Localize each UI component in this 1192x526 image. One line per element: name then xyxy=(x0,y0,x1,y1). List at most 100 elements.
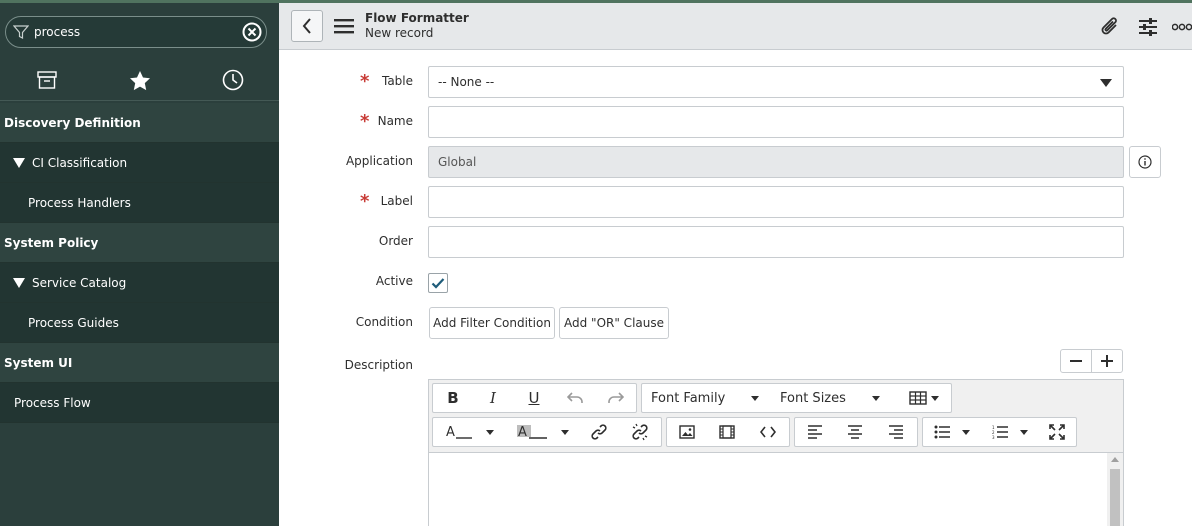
table-label: Table xyxy=(381,74,413,88)
insert-video-button[interactable] xyxy=(709,418,745,446)
dropdown-arrow-icon xyxy=(561,429,569,435)
active-field-row: Active xyxy=(279,266,1192,298)
remove-link-button[interactable] xyxy=(622,418,658,446)
dropdown-arrow-icon xyxy=(1020,429,1028,435)
back-button[interactable] xyxy=(291,10,323,42)
sidebar-item-process-flow[interactable]: Process Flow xyxy=(0,383,279,423)
redo-button[interactable] xyxy=(598,384,634,412)
font-family-dropdown[interactable]: Font Family xyxy=(651,384,769,412)
align-center-button[interactable] xyxy=(837,418,873,446)
more-options-icon[interactable] xyxy=(1172,16,1192,38)
add-or-clause-button[interactable]: Add "OR" Clause xyxy=(559,307,669,339)
align-right-button[interactable] xyxy=(878,418,914,446)
insert-image-button[interactable] xyxy=(669,418,705,446)
minus-icon xyxy=(1070,360,1082,362)
editor-scrollbar[interactable] xyxy=(1107,453,1123,526)
clock-icon xyxy=(222,69,243,91)
order-label: Order xyxy=(378,234,413,248)
condition-field-row: Condition Add Filter Condition Add "OR" … xyxy=(279,307,1192,339)
sidebar-section-ci-classification[interactable]: CI Classification xyxy=(0,143,279,183)
application-label: Application xyxy=(345,154,413,168)
numbered-list-icon: 123 xyxy=(992,425,1008,439)
sidebar-item-label: System Policy xyxy=(4,235,99,250)
tab-favorites[interactable] xyxy=(93,60,186,100)
font-toolbar-group: Font Family Font Sizes xyxy=(641,383,952,413)
bullet-list-button[interactable] xyxy=(927,418,977,446)
order-input[interactable] xyxy=(428,226,1124,258)
navigator-tabs xyxy=(0,60,279,100)
underline-button[interactable]: U xyxy=(516,384,552,412)
description-editor: B I U Font Family Font Sizes A A 1 2 3 xyxy=(428,379,1124,526)
filter-icon xyxy=(13,25,29,39)
sidebar-section-service-catalog[interactable]: Service Catalog xyxy=(0,263,279,303)
sidebar-app-system-policy[interactable]: System Policy xyxy=(0,223,279,263)
sidebar-app-system-ui[interactable]: System UI xyxy=(0,343,279,383)
tabs-divider xyxy=(0,100,279,101)
description-field-row: Description xyxy=(279,349,1192,381)
video-icon xyxy=(719,425,735,439)
sidebar-item-label: CI Classification xyxy=(32,155,128,170)
dropdown-arrow-icon xyxy=(486,429,494,435)
required-marker: * xyxy=(360,191,370,212)
scrollbar-thumb[interactable] xyxy=(1110,469,1120,526)
link-icon xyxy=(591,424,607,440)
navigator-sidebar: Discovery Definition CI Classification P… xyxy=(0,3,279,526)
bullet-list-icon xyxy=(934,425,950,439)
numbered-list-button[interactable]: 123 xyxy=(985,418,1035,446)
info-icon xyxy=(1138,155,1152,169)
paperclip-icon[interactable] xyxy=(1099,16,1121,38)
hamburger-menu-icon[interactable] xyxy=(333,17,355,35)
archive-icon xyxy=(36,71,57,89)
undo-icon xyxy=(567,392,583,403)
align-center-icon xyxy=(848,425,862,439)
label-label: Label xyxy=(380,194,413,208)
svg-text:3: 3 xyxy=(992,435,995,439)
table-select-value: -- None -- xyxy=(438,75,495,89)
name-input[interactable] xyxy=(428,106,1124,138)
list-toolbar-group: 123 xyxy=(922,417,1077,447)
source-code-button[interactable] xyxy=(750,418,786,446)
sidebar-item-label: Process Handlers xyxy=(28,195,131,210)
description-text-area[interactable] xyxy=(429,452,1123,526)
active-checkbox[interactable] xyxy=(428,273,448,293)
settings-sliders-icon[interactable] xyxy=(1137,16,1159,38)
sidebar-item-process-guides[interactable]: Process Guides xyxy=(0,303,279,343)
text-color-button[interactable]: A xyxy=(437,418,503,446)
svg-text:A: A xyxy=(446,425,455,439)
sidebar-app-discovery-definition[interactable]: Discovery Definition xyxy=(0,103,279,143)
alignment-toolbar-group xyxy=(794,417,918,447)
shrink-editor-button[interactable] xyxy=(1060,349,1092,373)
code-icon xyxy=(760,426,776,438)
bold-button[interactable]: B xyxy=(435,384,471,412)
application-field: Global xyxy=(428,146,1124,178)
background-color-icon: A xyxy=(517,425,547,439)
application-field-row: Application Global xyxy=(279,146,1192,178)
align-left-button[interactable] xyxy=(797,418,833,446)
expand-editor-button[interactable] xyxy=(1091,349,1123,373)
background-color-button[interactable]: A xyxy=(511,418,575,446)
chevron-left-icon xyxy=(302,18,311,34)
font-sizes-label: Font Sizes xyxy=(780,390,846,406)
label-input[interactable] xyxy=(428,186,1124,218)
scroll-up-arrow-icon[interactable] xyxy=(1111,457,1119,462)
insert-link-button[interactable] xyxy=(581,418,617,446)
sidebar-item-label: System UI xyxy=(4,355,73,370)
tab-all-applications[interactable] xyxy=(0,60,93,100)
application-info-button[interactable] xyxy=(1129,146,1161,178)
dropdown-arrow-icon xyxy=(931,395,939,401)
sidebar-item-label: Process Guides xyxy=(28,315,119,330)
undo-button[interactable] xyxy=(557,384,593,412)
add-filter-condition-button[interactable]: Add Filter Condition xyxy=(429,307,555,339)
required-marker: * xyxy=(360,111,370,132)
clear-filter-icon[interactable] xyxy=(242,22,262,42)
font-sizes-dropdown[interactable]: Font Sizes xyxy=(780,384,890,412)
navigator-filter-input[interactable] xyxy=(34,22,234,42)
table-insert-button[interactable] xyxy=(902,384,946,412)
sidebar-item-label: Service Catalog xyxy=(32,275,127,290)
italic-button[interactable]: I xyxy=(475,384,511,412)
table-icon xyxy=(909,391,927,405)
sidebar-item-process-handlers[interactable]: Process Handlers xyxy=(0,183,279,223)
fullscreen-button[interactable] xyxy=(1039,418,1075,446)
table-select[interactable]: -- None -- xyxy=(428,66,1124,98)
tab-history[interactable] xyxy=(186,60,279,100)
